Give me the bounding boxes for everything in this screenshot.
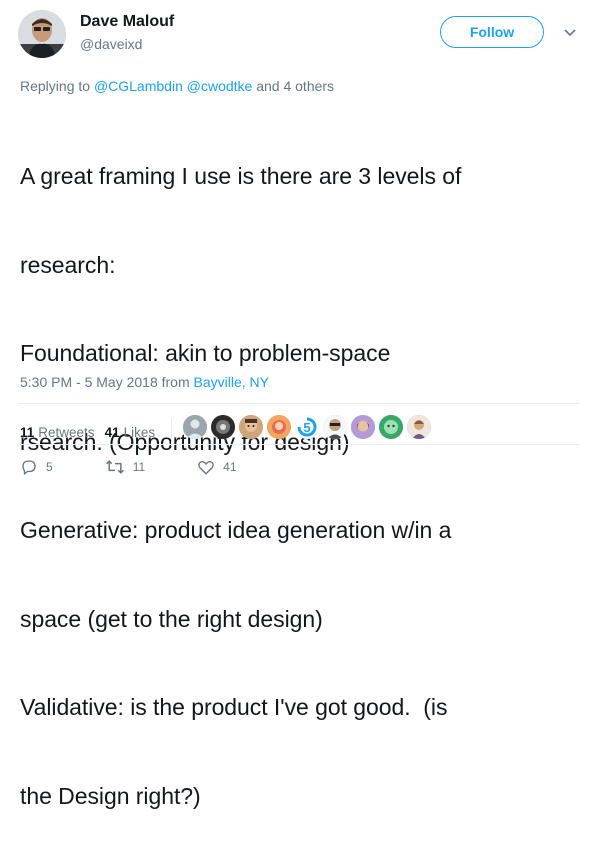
reply-count: 5 xyxy=(46,460,53,474)
likes-count: 41 xyxy=(104,424,120,440)
reply-context-suffix[interactable]: and 4 others xyxy=(252,78,334,94)
tweet-line: the Design right?) xyxy=(20,782,201,809)
mention-link[interactable]: @CGLambdin xyxy=(94,78,183,94)
svg-text:5: 5 xyxy=(303,420,310,435)
divider xyxy=(18,403,580,404)
chevron-down-icon[interactable] xyxy=(562,24,578,40)
liker-avatar[interactable] xyxy=(407,415,431,439)
liker-avatar[interactable] xyxy=(351,415,375,439)
tweet-timestamp: 5:30 PM - 5 May 2018 from Bayville, NY xyxy=(20,374,269,390)
mention-link[interactable]: @cwodtke xyxy=(187,78,253,94)
stats-separator xyxy=(171,418,173,446)
reply-button[interactable]: 5 xyxy=(20,458,53,476)
liker-avatar[interactable]: 5 xyxy=(295,415,319,439)
retweet-button[interactable]: 11 xyxy=(105,458,145,476)
tweet-line: Foundational: akin to problem-space xyxy=(20,340,391,366)
liker-avatar[interactable] xyxy=(183,415,207,439)
reply-icon xyxy=(20,458,38,476)
heart-icon xyxy=(197,458,215,476)
liker-avatars: 5 xyxy=(183,412,435,442)
retweet-count: 11 xyxy=(132,460,146,474)
liker-avatar[interactable] xyxy=(211,415,235,439)
retweets-label: Retweets xyxy=(38,424,95,440)
liker-avatar[interactable] xyxy=(239,415,263,439)
tweet-actions: 5 11 41 xyxy=(20,458,237,476)
location-link[interactable]: Bayville, NY xyxy=(194,374,269,390)
liker-avatar[interactable] xyxy=(379,415,403,439)
tweet-line: research: xyxy=(20,251,116,278)
tweet-line: A great framing I use is there are 3 lev… xyxy=(20,163,462,189)
likes-label: Likes xyxy=(123,424,156,440)
divider xyxy=(18,444,580,445)
reply-context: Replying to @CGLambdin @cwodtke and 4 ot… xyxy=(20,78,334,94)
tweet-line: space (get to the right design) xyxy=(20,605,323,632)
reply-context-prefix: Replying to xyxy=(20,78,94,94)
tweet-line: Validative: is the product I've got good… xyxy=(20,694,448,720)
tweet-stats: 11 Retweets 41 Likes xyxy=(20,418,173,446)
retweets-count: 11 xyxy=(20,424,35,440)
tweet-line: Generative: product idea generation w/in… xyxy=(20,517,452,543)
like-button[interactable]: 41 xyxy=(197,458,237,476)
likes-stat[interactable]: 41 Likes xyxy=(105,425,156,440)
liker-avatar[interactable] xyxy=(267,415,291,439)
retweets-stat[interactable]: 11 Retweets xyxy=(20,425,95,440)
author-handle[interactable]: @daveixd xyxy=(80,36,142,52)
timestamp-text[interactable]: 5:30 PM - 5 May 2018 from xyxy=(20,374,194,390)
like-count: 41 xyxy=(223,460,237,474)
follow-button[interactable]: Follow xyxy=(440,16,544,48)
author-avatar[interactable] xyxy=(18,10,66,58)
author-name[interactable]: Dave Malouf xyxy=(80,13,174,31)
liker-avatar[interactable] xyxy=(323,415,347,439)
retweet-icon xyxy=(105,458,125,476)
